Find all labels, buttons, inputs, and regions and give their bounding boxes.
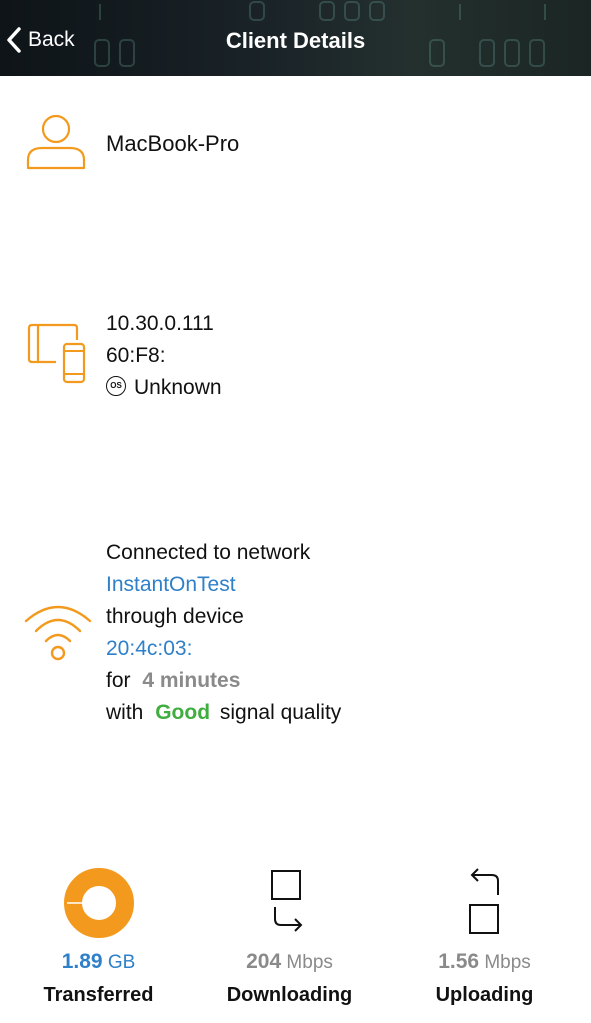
downloading-number: 204	[246, 950, 282, 973]
connection-text: Connected to network InstantOnTest throu…	[106, 537, 341, 729]
os-line: OS Unknown	[106, 372, 222, 404]
download-icon	[191, 862, 388, 944]
stat-transferred: 1.89 GB Transferred	[0, 862, 197, 1007]
transferred-number: 1.89	[61, 950, 103, 973]
mac-address: 60:F8:	[106, 344, 166, 367]
client-name: MacBook-Pro	[106, 131, 240, 156]
header-bar: Back Client Details	[0, 0, 591, 76]
transferred-unit: GB	[107, 952, 136, 973]
wifi-icon	[22, 597, 94, 668]
with-label: with	[106, 701, 144, 724]
uploading-unit: Mbps	[484, 952, 531, 973]
duration-value: 4 minutes	[142, 669, 241, 692]
ip-address: 10.30.0.111	[106, 312, 214, 335]
duration-line: for 4 minutes	[106, 665, 341, 697]
device-info-text: 10.30.0.111 60:F8: OS Unknown	[106, 308, 222, 404]
network-link[interactable]: InstantOnTest	[106, 569, 341, 601]
devices-icon	[26, 318, 88, 389]
transferred-label: Transferred	[43, 984, 154, 1006]
downloading-label: Downloading	[226, 984, 353, 1006]
uploading-number: 1.56	[438, 950, 480, 973]
upload-icon	[386, 862, 583, 944]
os-icon: OS	[106, 376, 126, 397]
os-value: Unknown	[134, 376, 222, 399]
stat-uploading: 1.56 Mbps Uploading	[386, 862, 583, 1007]
stat-downloading: 204 Mbps Downloading	[191, 862, 388, 1007]
uploading-label: Uploading	[435, 984, 534, 1006]
through-label: through device	[106, 605, 244, 628]
page-title: Client Details	[225, 28, 366, 53]
for-label: for	[106, 669, 131, 692]
signal-quality-suffix: signal quality	[219, 701, 342, 724]
person-icon	[24, 112, 88, 175]
signal-quality-value: Good	[155, 701, 211, 724]
downloading-value: 204 Mbps	[191, 950, 388, 974]
donut-icon	[0, 862, 197, 944]
transferred-value: 1.89 GB	[0, 950, 197, 974]
uploading-value: 1.56 Mbps	[386, 950, 583, 974]
downloading-unit: Mbps	[286, 952, 333, 973]
connected-label: Connected to network	[106, 541, 311, 564]
quality-line: with Good signal quality	[106, 697, 341, 729]
device-link[interactable]: 20:4c:03:	[106, 633, 341, 665]
